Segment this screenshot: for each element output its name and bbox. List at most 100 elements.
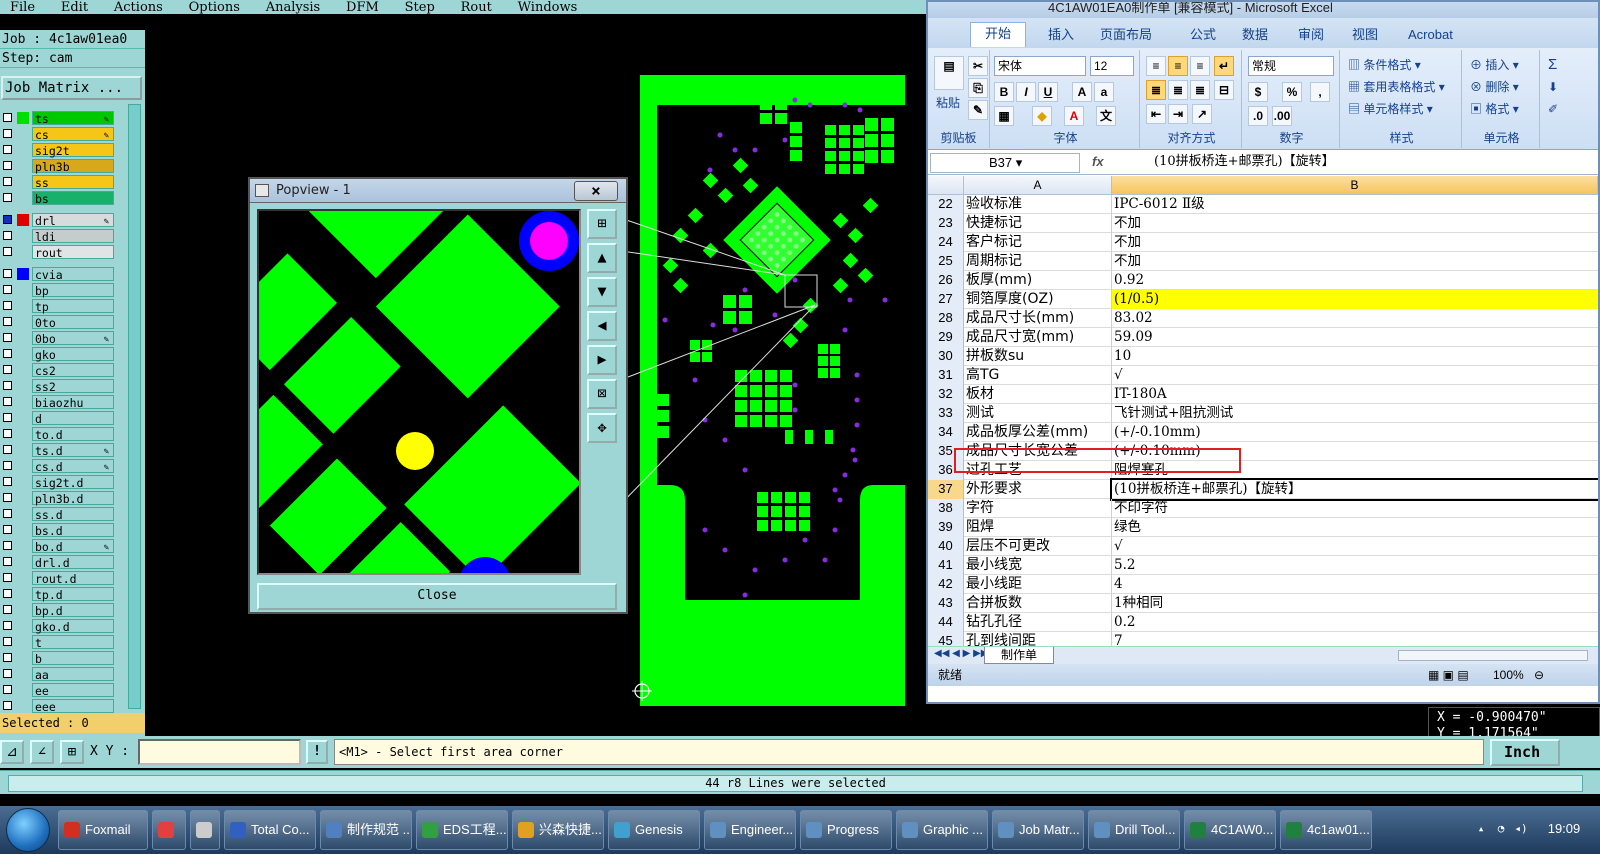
sheet-row[interactable]: 44 钻孔孔径 0.2 xyxy=(928,613,1598,632)
cell-a[interactable]: 铜箔厚度(OZ) xyxy=(964,290,1112,309)
layer-checkbox[interactable] xyxy=(3,193,12,202)
layer-name[interactable]: pln3b xyxy=(32,159,114,174)
layer-checkbox[interactable] xyxy=(3,333,12,342)
layer-name[interactable]: cvia xyxy=(32,267,114,282)
layer-color-swatch[interactable] xyxy=(17,428,29,440)
cell-b[interactable]: √ xyxy=(1112,366,1598,385)
sheet-row[interactable]: 42 最小线距 4 xyxy=(928,575,1598,594)
layer-checkbox[interactable] xyxy=(3,145,12,154)
popview-titlebar[interactable]: Popview - 1 × xyxy=(250,179,626,203)
menu-step[interactable]: Step xyxy=(405,1,435,14)
comma-icon[interactable]: , xyxy=(1310,82,1330,102)
sheet-row[interactable]: 31 高TG √ xyxy=(928,366,1598,385)
layer-checkbox[interactable] xyxy=(3,247,12,256)
layer-checkbox[interactable] xyxy=(3,381,12,390)
layer-checkbox[interactable] xyxy=(3,557,12,566)
fill-down-icon[interactable]: ⬇ xyxy=(1548,80,1558,94)
cell-b[interactable]: 1种相同 xyxy=(1112,594,1598,613)
network-icon[interactable]: ◔ xyxy=(1494,822,1508,836)
layer-checkbox[interactable] xyxy=(3,129,12,138)
layer-row[interactable]: drl ✎ xyxy=(0,212,116,228)
row-number[interactable]: 38 xyxy=(928,499,964,518)
paste-icon[interactable]: ▤ xyxy=(934,56,964,90)
row-number[interactable]: 32 xyxy=(928,385,964,404)
layer-checkbox[interactable] xyxy=(3,161,12,170)
layer-color-swatch[interactable] xyxy=(17,492,29,504)
cell-a[interactable]: 字符 xyxy=(964,499,1112,518)
layer-row[interactable]: rout xyxy=(0,244,116,260)
row-number[interactable]: 29 xyxy=(928,328,964,347)
layer-color-swatch[interactable] xyxy=(17,412,29,424)
layer-row[interactable]: tp.d xyxy=(0,586,116,602)
copy-icon[interactable]: ⎘ xyxy=(968,78,988,98)
snap-icon[interactable]: ⊿ xyxy=(0,740,24,764)
layer-checkbox[interactable] xyxy=(3,669,12,678)
view-buttons-icon[interactable]: ▦ ▣ ▤ xyxy=(1428,664,1469,686)
indent-decrease-icon[interactable]: ⇤ xyxy=(1146,104,1166,124)
row-number[interactable]: 44 xyxy=(928,613,964,632)
layer-color-swatch[interactable] xyxy=(17,192,29,204)
cut-icon[interactable]: ✂ xyxy=(968,56,988,76)
sheet-row[interactable]: 45 孔到线间距 7 xyxy=(928,632,1598,646)
font-name-select[interactable]: 宋体 xyxy=(994,56,1086,76)
row-number[interactable]: 28 xyxy=(928,309,964,328)
insert-button[interactable]: ⊕ 插入 ▾ xyxy=(1470,56,1519,73)
sheet-row[interactable]: 29 成品尺寸宽(mm) 59.09 xyxy=(928,328,1598,347)
layer-name[interactable]: sig2t xyxy=(32,143,114,158)
cell-b[interactable]: IT-180A xyxy=(1112,385,1598,404)
layer-name[interactable]: ldi xyxy=(32,229,114,244)
layer-name[interactable]: tp xyxy=(32,299,114,314)
align-middle-icon[interactable]: ≡ xyxy=(1168,56,1188,76)
zoom-out-icon[interactable]: ⊠ xyxy=(587,379,617,409)
layer-color-swatch[interactable] xyxy=(17,316,29,328)
taskbar-button[interactable]: Total Co... xyxy=(224,810,316,850)
align-left-icon[interactable]: ≣ xyxy=(1146,80,1166,100)
layer-color-swatch[interactable] xyxy=(17,524,29,536)
menu-dfm[interactable]: DFM xyxy=(346,1,379,14)
row-number[interactable]: 25 xyxy=(928,252,964,271)
layer-checkbox[interactable] xyxy=(3,365,12,374)
sheet-row[interactable]: 40 层压不可更改 √ xyxy=(928,537,1598,556)
layer-checkbox[interactable] xyxy=(3,397,12,406)
cell-a[interactable]: 钻孔孔径 xyxy=(964,613,1112,632)
layer-name[interactable]: b xyxy=(32,651,114,666)
menu-options[interactable]: Options xyxy=(189,1,240,14)
layer-row[interactable]: drl.d xyxy=(0,554,116,570)
layer-row[interactable]: cs ✎ xyxy=(0,126,116,142)
cell-b[interactable]: (+/-0.10mm) xyxy=(1112,423,1598,442)
layer-row[interactable]: gko xyxy=(0,346,116,362)
layer-color-swatch[interactable] xyxy=(17,572,29,584)
tab-review[interactable]: 审阅 xyxy=(1298,24,1324,46)
sheet-row[interactable]: 30 拼板数su 10 xyxy=(928,347,1598,366)
conditional-format-button[interactable]: ▥ 条件格式 ▾ xyxy=(1348,56,1421,73)
start-button[interactable] xyxy=(6,808,50,852)
zoom-in-icon[interactable]: ⊞ xyxy=(587,209,617,239)
layer-color-swatch[interactable] xyxy=(17,396,29,408)
cell-b[interactable]: 59.09 xyxy=(1112,328,1598,347)
number-format-select[interactable]: 常规 xyxy=(1248,56,1334,76)
layer-row[interactable]: ss2 xyxy=(0,378,116,394)
row-number[interactable]: 22 xyxy=(928,195,964,214)
taskbar-button[interactable] xyxy=(152,810,186,850)
layer-name[interactable]: biaozhu xyxy=(32,395,114,410)
sheet-nav-icon[interactable]: ◀◀ ◀ ▶ ▶▶ xyxy=(934,648,988,659)
layer-checkbox[interactable] xyxy=(3,573,12,582)
sheet-row[interactable]: 32 板材 IT-180A xyxy=(928,385,1598,404)
menu-file[interactable]: File xyxy=(10,1,35,14)
taskbar-button[interactable]: 4c1aw01... xyxy=(1280,810,1372,850)
layer-row[interactable]: ldi xyxy=(0,228,116,244)
layer-color-swatch[interactable] xyxy=(17,144,29,156)
layer-name[interactable]: eee xyxy=(32,699,114,714)
cell-a[interactable]: 成品尺寸宽(mm) xyxy=(964,328,1112,347)
layer-color-swatch[interactable] xyxy=(17,300,29,312)
layer-row[interactable]: ts ✎ xyxy=(0,110,116,126)
sheet-row[interactable]: 23 快捷标记 不加 xyxy=(928,214,1598,233)
taskbar-button[interactable] xyxy=(190,810,220,850)
name-box[interactable]: B37 ▾ xyxy=(930,153,1080,173)
layer-row[interactable]: b xyxy=(0,650,116,666)
column-header-a[interactable]: A xyxy=(964,176,1112,195)
sheet-row[interactable]: 22 验收标准 IPC-6012 Ⅱ级 xyxy=(928,195,1598,214)
layer-checkbox[interactable] xyxy=(3,215,12,224)
layer-scrollbar[interactable] xyxy=(128,104,141,709)
taskbar-button[interactable]: Engineer... xyxy=(704,810,796,850)
